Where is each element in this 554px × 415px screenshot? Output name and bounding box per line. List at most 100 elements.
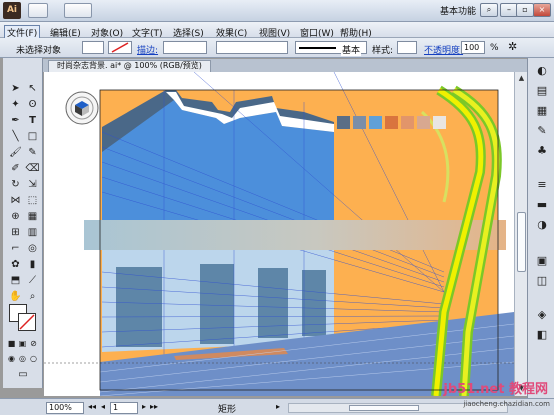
eyedropper-icon[interactable]: ⌐ <box>8 242 23 256</box>
draw-normal-icon[interactable]: ◉ <box>6 352 17 366</box>
line-tool-icon[interactable]: ╲ <box>8 130 23 144</box>
app-logo: Ai <box>3 2 21 19</box>
hscroll-thumb[interactable] <box>349 405 419 411</box>
document-tab-bar: 时尚杂志背景. ai* @ 100% (RGB/预览) <box>40 59 554 72</box>
pen-icon[interactable]: ✒ <box>8 114 23 128</box>
selection-status: 未选择对象 <box>16 46 62 56</box>
arrange-documents-button[interactable] <box>64 3 92 18</box>
swatch-7 <box>433 116 446 129</box>
brushes-panel-icon[interactable]: ✎ <box>534 124 550 138</box>
vertical-scrollbar[interactable]: ▲ ▼ <box>514 72 527 396</box>
opacity-link[interactable]: 不透明度: <box>424 43 463 56</box>
watermark-url: jiaocheng.chazidian.com <box>463 400 550 408</box>
menu-bar: 文件(F) 编辑(E) 对象(O) 文字(T) 选择(S) 效果(C) 视图(V… <box>0 22 554 40</box>
scroll-up-icon[interactable]: ▲ <box>516 73 527 84</box>
watermark-text: jb51.net 教程网 <box>443 382 548 397</box>
stroke-link[interactable]: 描边: <box>137 43 158 56</box>
pencil-icon[interactable]: ✎ <box>25 146 40 160</box>
graphic-style-select[interactable] <box>397 41 417 54</box>
scroll-thumb[interactable] <box>517 212 526 272</box>
stroke-style-label: 基本 <box>341 43 362 56</box>
paintbrush-icon[interactable]: 🖌 <box>8 146 23 160</box>
hand-icon[interactable]: ✋ <box>8 290 23 304</box>
artboard-number-field[interactable]: 1 <box>110 402 138 414</box>
graph-icon[interactable]: ▮ <box>25 258 40 272</box>
next-page-icon[interactable]: ▸ <box>142 402 146 411</box>
draw-behind-icon[interactable]: ◎ <box>17 352 28 366</box>
rotate-icon[interactable]: ↻ <box>8 178 23 192</box>
swatches-panel-icon[interactable]: ▦ <box>534 104 550 118</box>
color-swatches <box>337 116 446 129</box>
document-tab[interactable]: 时尚杂志背景. ai* @ 100% (RGB/预览) <box>48 60 211 72</box>
color-mode-icon[interactable]: ■ <box>6 337 17 351</box>
guide-panel-icon[interactable]: ▤ <box>534 84 550 98</box>
gradient-mode-icon[interactable]: ▣ <box>17 337 28 351</box>
zoom-field[interactable]: 100% <box>46 402 84 414</box>
current-tool-status: 矩形 <box>218 405 237 415</box>
lasso-icon[interactable]: ʘ <box>25 98 40 112</box>
free-transform-icon[interactable]: ⬚ <box>25 194 40 208</box>
artboard-icon[interactable]: ⬒ <box>8 274 23 288</box>
zoom-icon[interactable]: ⌕ <box>25 290 40 304</box>
width-tool-icon[interactable]: ⋈ <box>8 194 23 208</box>
panel-dock: ◐ ▤ ▦ ✎ ♣ ≡ ▬ ◑ ▣ ◫ ◈ ◧ <box>527 58 554 403</box>
stroke-panel-icon[interactable]: ≡ <box>534 178 550 192</box>
last-page-icon[interactable]: ▸▸ <box>150 402 158 411</box>
direct-selection-icon[interactable]: ↖ <box>25 82 40 96</box>
slice-icon[interactable]: ⟋ <box>25 274 40 288</box>
scale-icon[interactable]: ⇲ <box>25 178 40 192</box>
search-icon[interactable]: ⌕ <box>480 3 498 17</box>
title-bar: Ai 基本功能 ⌕ – ▫ × <box>0 0 554 22</box>
appearance-panel-icon[interactable]: ▣ <box>534 254 550 268</box>
color-panel-icon[interactable]: ◐ <box>534 64 550 78</box>
symbols-panel-icon[interactable]: ♣ <box>534 144 550 158</box>
first-page-icon[interactable]: ◂◂ <box>88 402 96 411</box>
variable-width-select[interactable] <box>216 41 288 54</box>
workspace-switcher[interactable]: 基本功能 <box>440 4 476 17</box>
prev-page-icon[interactable]: ◂ <box>101 402 105 411</box>
blob-brush-icon[interactable]: ✐ <box>8 162 23 176</box>
swatch-1 <box>337 116 350 129</box>
blend-icon[interactable]: ◎ <box>25 242 40 256</box>
stroke-color-icon[interactable] <box>18 313 36 331</box>
shape-builder-icon[interactable]: ⊕ <box>8 210 23 224</box>
mesh-icon[interactable]: ⊞ <box>8 226 23 240</box>
gradient-panel-icon[interactable]: ▬ <box>534 198 550 212</box>
swatch-3 <box>369 116 382 129</box>
stroke-weight-field[interactable] <box>163 41 207 54</box>
symbol-sprayer-icon[interactable]: ✿ <box>8 258 23 272</box>
status-menu-icon[interactable]: ▸ <box>276 402 280 411</box>
tools-panel: ➤ ↖ ✦ ʘ ✒ T ╲ □ 🖌 ✎ ✐ ⌫ ↻ ⇲ ⋈ ⬚ ⊕ ▦ ⊞ ▥ … <box>3 58 43 388</box>
opacity-field[interactable]: 100 <box>461 41 485 54</box>
layers-panel-icon[interactable]: ◈ <box>534 308 550 322</box>
artboard-canvas[interactable] <box>44 72 514 396</box>
stroke-swatch[interactable] <box>108 41 132 54</box>
opacity-unit: % <box>490 43 499 53</box>
selection-tool-icon[interactable]: ➤ <box>8 82 23 96</box>
close-button[interactable]: × <box>533 3 551 17</box>
draw-inside-icon[interactable]: ○ <box>28 352 39 366</box>
swatch-6 <box>417 116 430 129</box>
fill-swatch[interactable] <box>82 41 104 54</box>
style-label: 样式: <box>372 46 394 56</box>
perspective-grid-icon[interactable]: ▦ <box>25 210 40 224</box>
type-tool-icon[interactable]: T <box>25 114 40 128</box>
transparency-panel-icon[interactable]: ◑ <box>534 218 550 232</box>
gradient-icon[interactable]: ▥ <box>25 226 40 240</box>
gradient-band-rectangle <box>84 220 506 250</box>
bridge-button[interactable] <box>28 3 48 18</box>
magic-wand-icon[interactable]: ✦ <box>8 98 23 112</box>
window-1 <box>116 267 162 347</box>
artboards-panel-icon[interactable]: ◧ <box>534 328 550 342</box>
screen-mode-icon[interactable]: ▭ <box>13 368 33 382</box>
control-bar: 未选择对象 描边: 基本 样式: 不透明度: 100 % ✲ <box>0 38 554 58</box>
perspective-widget-icon <box>65 91 99 125</box>
recolor-icon[interactable]: ✲ <box>508 40 517 53</box>
window-4 <box>302 270 326 336</box>
graphic-styles-panel-icon[interactable]: ◫ <box>534 274 550 288</box>
eraser-icon[interactable]: ⌫ <box>25 162 40 176</box>
rectangle-tool-icon[interactable]: □ <box>25 130 40 144</box>
swatch-2 <box>353 116 366 129</box>
restore-button[interactable]: ▫ <box>516 3 534 17</box>
none-mode-icon[interactable]: ⊘ <box>28 337 39 351</box>
